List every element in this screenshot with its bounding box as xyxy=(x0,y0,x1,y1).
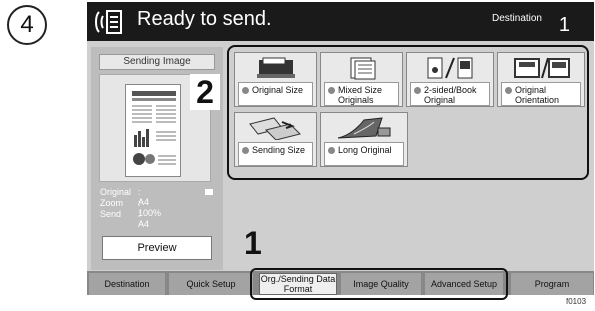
long-original-label: Long Original xyxy=(324,142,404,166)
long-original-icon xyxy=(321,115,407,141)
long-original-button[interactable]: Long Original xyxy=(320,112,408,167)
original-orientation-button[interactable]: Original Orientation xyxy=(497,52,585,107)
info-original-key: Original xyxy=(100,187,132,197)
preview-button[interactable]: Preview xyxy=(102,236,212,260)
two-sided-book-button[interactable]: 2-sided/Book Original xyxy=(406,52,494,107)
tab-quick-setup[interactable]: Quick Setup xyxy=(169,273,253,295)
sending-size-icon xyxy=(235,115,316,141)
figure-code: f0103 xyxy=(566,297,587,306)
original-orientation-label: Original Orientation xyxy=(501,82,581,106)
step-number: 4 xyxy=(7,5,47,45)
info-send: Send : A4 xyxy=(100,209,149,229)
header-bar: Ready to send. Destination 1 xyxy=(87,2,594,41)
tab-destination[interactable]: Destination xyxy=(89,273,165,295)
info-zoom: Zoom : 100% xyxy=(100,198,161,218)
status-title: Ready to send. xyxy=(137,8,272,30)
tab-program[interactable]: Program xyxy=(511,273,593,295)
original-orientation-icon xyxy=(498,55,584,81)
two-sided-book-label: 2-sided/Book Original xyxy=(410,82,490,106)
destination-label: Destination xyxy=(491,13,542,24)
tabs-highlight-frame xyxy=(250,268,508,300)
two-sided-book-icon xyxy=(407,55,493,81)
info-zoom-key: Zoom xyxy=(100,198,124,208)
mixed-size-label: Mixed Size Originals xyxy=(324,82,399,106)
paper-icon xyxy=(205,189,213,195)
sending-image-label: Sending Image xyxy=(99,54,215,70)
destination-count: 1 xyxy=(558,14,570,36)
info-original: Original : A4 xyxy=(100,187,149,207)
callout-1: 1 xyxy=(244,225,262,261)
callout-2: 2 xyxy=(190,74,220,110)
original-size-label: Original Size xyxy=(238,82,313,106)
original-size-button[interactable]: Original Size xyxy=(234,52,317,107)
mixed-size-button[interactable]: Mixed Size Originals xyxy=(320,52,403,107)
send-document-icon xyxy=(95,10,122,34)
sending-size-button[interactable]: Sending Size xyxy=(234,112,317,167)
info-send-value: : A4 xyxy=(138,209,150,229)
document-thumbnail-art xyxy=(132,91,176,165)
info-send-key: Send xyxy=(100,209,122,219)
document-thumbnail xyxy=(125,84,181,177)
original-size-icon xyxy=(235,55,316,81)
sending-size-label: Sending Size xyxy=(238,142,313,166)
mixed-size-icon xyxy=(321,55,402,81)
